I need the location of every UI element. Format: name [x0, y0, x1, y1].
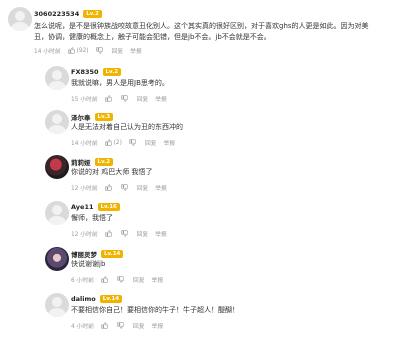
avatar[interactable]: [45, 155, 69, 179]
reply-meta: 12 小时前 回复 举报: [71, 229, 167, 238]
avatar[interactable]: [45, 110, 69, 134]
like-count: (2): [113, 139, 122, 146]
comment-text-line-2: 丑，协调，健康的概念上，触子可能会犯错，但是jb不会。jb不会就是不会。: [34, 33, 271, 41]
report-button[interactable]: 举报: [155, 183, 167, 192]
comment-header: 3060223534 Lv.2: [34, 10, 102, 18]
reply-header: dalimo Lv.14: [71, 295, 123, 303]
username[interactable]: Aye11: [71, 203, 94, 211]
reply-text: 我就说嘛，男人是用JB思考的。: [71, 79, 169, 87]
dislike-button[interactable]: [95, 47, 105, 54]
reply-button[interactable]: 回复: [137, 183, 149, 192]
report-button[interactable]: 举报: [155, 229, 167, 238]
thumbs-down-icon: [117, 322, 124, 329]
timestamp: 14 小时前: [34, 49, 61, 55]
reply-meta: 12 小时前 回复 举报: [71, 183, 167, 192]
avatar[interactable]: [45, 247, 69, 271]
reply-text: 快说谢谢jb: [71, 260, 106, 268]
like-button[interactable]: (92): [68, 47, 89, 54]
timestamp: 14 小时前: [71, 141, 98, 147]
reply-button[interactable]: 回复: [133, 321, 145, 330]
dislike-button[interactable]: [121, 184, 130, 191]
thumbs-up-icon: [105, 230, 112, 237]
level-badge: Lv.14: [101, 250, 124, 258]
like-button[interactable]: [105, 95, 114, 102]
reply-header: Aye11 Lv.16: [71, 203, 120, 211]
reply-button[interactable]: 回复: [137, 94, 149, 103]
like-button[interactable]: [101, 322, 110, 329]
dislike-button[interactable]: [121, 230, 130, 237]
thumbs-up-icon: [105, 184, 112, 191]
reply-meta: 6 小时前 回复 举报: [71, 275, 163, 284]
timestamp: 4 小时前: [71, 324, 94, 330]
timestamp: 15 小时前: [71, 97, 98, 103]
thumbs-down-icon: [95, 47, 103, 54]
username[interactable]: FX8350: [71, 68, 99, 76]
timestamp: 6 小时前: [71, 278, 94, 284]
thumbs-up-icon: [105, 139, 112, 146]
reply-meta: 15 小时前 回复 举报: [71, 94, 167, 103]
avatar[interactable]: [8, 7, 32, 31]
report-button[interactable]: 举报: [130, 46, 142, 55]
reply-item: Aye11 Lv.16 懈师，我悟了 12 小时前 回复 举报: [0, 197, 400, 241]
thumbs-up-icon: [101, 322, 108, 329]
username[interactable]: 3060223534: [34, 10, 79, 18]
reply-button[interactable]: 回复: [137, 229, 149, 238]
timestamp: 12 小时前: [71, 232, 98, 238]
reply-button[interactable]: 回复: [145, 138, 157, 147]
like-button[interactable]: [105, 230, 114, 237]
dislike-button[interactable]: [121, 95, 130, 102]
reply-button[interactable]: 回复: [112, 46, 124, 55]
avatar[interactable]: [45, 201, 69, 225]
reply-item: dalimo Lv.14 不要相信你自己！要相信你的牛子！牛子超人！醍醐！ 4 …: [0, 289, 400, 333]
report-button[interactable]: 举报: [163, 138, 175, 147]
thumbs-down-icon: [121, 230, 128, 237]
level-badge: Lv.2: [83, 10, 102, 18]
report-button[interactable]: 举报: [152, 275, 164, 284]
dislike-button[interactable]: [129, 139, 138, 146]
reply-text: 不要相信你自己！要相信你的牛子！牛子超人！醍醐！: [71, 306, 239, 314]
reply-item: 泽尔奉 Lv.3 人是无法对着自己认为丑的东西冲的 14 小时前 (2) 回复 …: [0, 106, 400, 150]
thumbs-up-icon: [68, 47, 75, 54]
level-badge: Lv.2: [102, 68, 122, 76]
level-badge: Lv.3: [94, 113, 114, 121]
reply-text: 你说的对 鸡巴大师 我悟了: [71, 168, 153, 176]
report-button[interactable]: 举报: [155, 94, 167, 103]
like-count: (92): [76, 47, 89, 54]
reply-item: 博丽灵梦 Lv.14 快说谢谢jb 6 小时前 回复 举报: [0, 243, 400, 287]
thumbs-down-icon: [129, 139, 136, 146]
level-badge: Lv.14: [99, 295, 123, 303]
reply-text: 懈师，我悟了: [71, 214, 113, 222]
reply-text: 人是无法对着自己认为丑的东西冲的: [71, 123, 183, 131]
avatar[interactable]: [45, 66, 69, 90]
reply-header: FX8350 Lv.2: [71, 68, 122, 76]
main-comment: 3060223534 Lv.2 怎么说呢，是不是很钟族战咬故意丑化别人。这个其实…: [0, 0, 400, 60]
reply-button[interactable]: 回复: [133, 275, 145, 284]
dislike-button[interactable]: [117, 276, 126, 283]
level-badge: Lv.16: [97, 203, 120, 211]
username[interactable]: dalimo: [71, 295, 96, 303]
like-button[interactable]: [105, 184, 114, 191]
comment-meta: 14 小时前 (92) 回复 举报: [34, 46, 142, 55]
thumbs-down-icon: [121, 184, 128, 191]
report-button[interactable]: 举报: [152, 321, 164, 330]
thumbs-down-icon: [117, 276, 124, 283]
thumbs-up-icon: [105, 95, 112, 102]
reply-item: 莉莉娅 Lv.2 你说的对 鸡巴大师 我悟了 12 小时前 回复 举报: [0, 151, 400, 195]
dislike-button[interactable]: [117, 322, 126, 329]
avatar[interactable]: [45, 293, 69, 317]
level-badge: Lv.2: [94, 158, 114, 166]
timestamp: 12 小时前: [71, 186, 98, 192]
thumbs-up-icon: [101, 276, 108, 283]
reply-item: FX8350 Lv.2 我就说嘛，男人是用JB思考的。 15 小时前 回复 举报: [0, 62, 400, 106]
reply-meta: 14 小时前 (2) 回复 举报: [71, 138, 175, 147]
like-button[interactable]: [101, 276, 110, 283]
thumbs-down-icon: [121, 95, 128, 102]
reply-meta: 4 小时前 回复 举报: [71, 321, 163, 330]
like-button[interactable]: (2): [105, 139, 122, 146]
